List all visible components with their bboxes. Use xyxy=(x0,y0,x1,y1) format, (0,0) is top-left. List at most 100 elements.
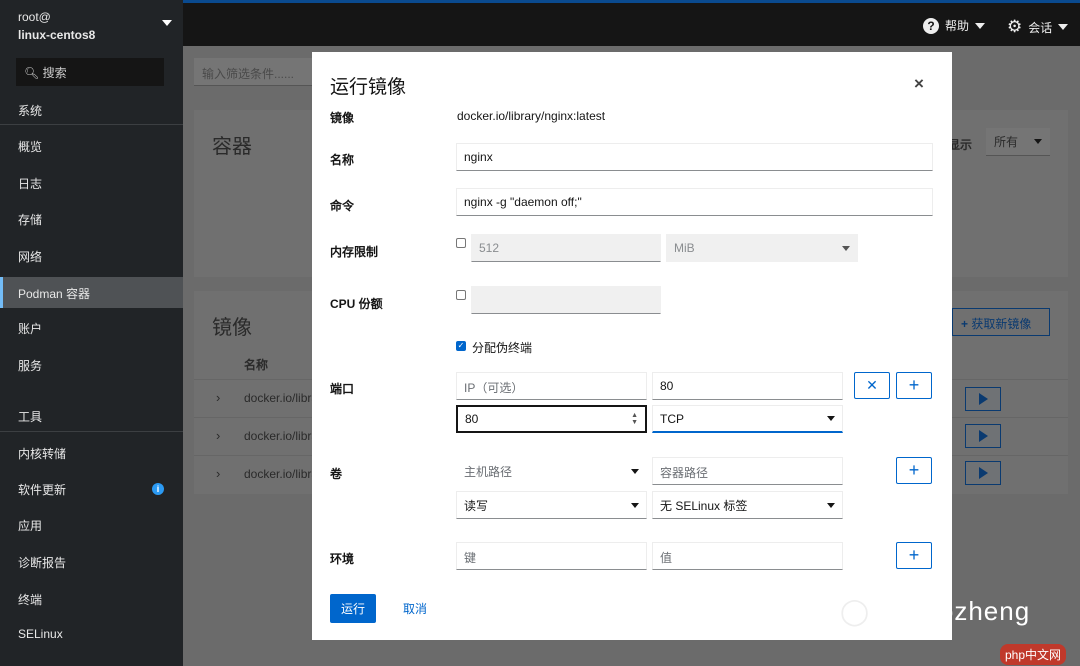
dialog-title: 运行镜像 xyxy=(330,77,407,98)
cpu-checkbox[interactable] xyxy=(456,290,466,300)
plus-icon: + xyxy=(961,317,969,331)
ports-label: 端口 xyxy=(330,382,355,396)
php-logo: php中文网 xyxy=(1000,644,1067,665)
expand-icon[interactable]: › xyxy=(216,428,220,443)
wechat-icon: ◯ xyxy=(840,596,870,626)
selinux-value: 无 SELinux 标签 xyxy=(660,498,748,513)
chevron-down-icon xyxy=(631,502,639,508)
add-volume-button[interactable]: + xyxy=(896,457,932,484)
plus-icon: + xyxy=(908,460,920,480)
user-name: root@ xyxy=(18,10,51,24)
memory-label: 内存限制 xyxy=(330,245,379,259)
info-icon: i xyxy=(152,483,164,495)
command-label: 命令 xyxy=(330,199,355,213)
tty-label: 分配伪终端 xyxy=(472,341,533,355)
host-path-select[interactable]: 主机路径 xyxy=(456,457,647,485)
cpu-input[interactable] xyxy=(471,286,661,314)
run-image-button[interactable] xyxy=(965,461,1001,485)
chevron-down-icon xyxy=(1058,24,1069,30)
play-icon xyxy=(978,430,988,442)
sidebar-item-services[interactable]: 服务 xyxy=(0,349,183,381)
sidebar-item-storage[interactable]: 存储 xyxy=(0,203,183,235)
tty-checkbox[interactable]: ✓ xyxy=(456,341,466,351)
memory-checkbox[interactable] xyxy=(456,238,466,248)
sidebar: root@ linux-centos8 🔍︎ 搜索 系统 概览 日志 存储 网络 … xyxy=(0,0,183,666)
run-image-button[interactable] xyxy=(965,424,1001,448)
sidebar-item-overview[interactable]: 概览 xyxy=(0,130,183,162)
close-icon[interactable]: × xyxy=(914,74,924,94)
container-port-input[interactable]: 80 xyxy=(652,372,843,400)
search-input[interactable]: 🔍︎ 搜索 xyxy=(16,58,164,86)
image-name: docker.io/libra xyxy=(244,467,319,481)
env-label: 环境 xyxy=(330,552,355,566)
env-value-input[interactable]: 值 xyxy=(652,542,843,570)
plus-icon: + xyxy=(908,375,920,395)
memory-unit: MiB xyxy=(674,241,695,255)
search-icon: 🔍︎ xyxy=(24,66,40,80)
image-label: 镜像 xyxy=(330,111,355,125)
spinner-icon[interactable]: ▲ ▼ xyxy=(631,412,638,426)
container-path-input[interactable]: 容器路径 xyxy=(652,457,843,485)
run-image-button[interactable] xyxy=(965,387,1001,411)
image-name: docker.io/libra xyxy=(244,391,319,405)
mode-select[interactable]: 读写 xyxy=(456,491,647,519)
command-input[interactable]: nginx -g "daemon off;" xyxy=(456,188,933,216)
memory-input[interactable]: 512 xyxy=(471,234,661,262)
chevron-down-icon[interactable] xyxy=(162,20,172,26)
sidebar-item-diagnostics[interactable]: 诊断报告 xyxy=(0,546,183,578)
run-image-dialog: 运行镜像 × 镜像 docker.io/library/nginx:latest… xyxy=(312,52,952,640)
chevron-down-icon xyxy=(827,502,835,508)
play-icon xyxy=(978,467,988,479)
sidebar-item-logs[interactable]: 日志 xyxy=(0,167,183,199)
sidebar-item-accounts[interactable]: 账户 xyxy=(0,312,183,344)
expand-icon[interactable]: › xyxy=(216,390,220,405)
sidebar-item-podman[interactable]: Podman 容器 xyxy=(0,277,183,308)
help-menu[interactable]: ? 帮助 xyxy=(923,17,986,34)
sidebar-item-network[interactable]: 网络 xyxy=(0,240,183,272)
session-menu[interactable]: ⚙ 会话 xyxy=(1007,17,1069,37)
watermark-text: macrozheng xyxy=(877,596,1031,626)
show-value: 所有 xyxy=(994,135,1019,149)
divider xyxy=(0,124,183,125)
host-switcher[interactable]: root@ linux-centos8 xyxy=(18,8,95,44)
get-new-image-button[interactable]: + 获取新镜像 xyxy=(952,308,1050,336)
gear-icon: ⚙ xyxy=(1007,17,1023,36)
sidebar-item-terminal[interactable]: 终端 xyxy=(0,583,183,615)
cancel-button[interactable]: 取消 xyxy=(403,600,427,617)
session-label: 会话 xyxy=(1028,20,1053,35)
chevron-down-icon xyxy=(827,416,835,421)
filter-input[interactable]: 输入筛选条件...... xyxy=(194,58,312,86)
add-port-button[interactable]: + xyxy=(896,372,932,399)
watermark: ◯ macrozheng xyxy=(840,596,1030,627)
sidebar-item-apps[interactable]: 应用 xyxy=(0,509,183,541)
ip-input[interactable]: IP（可选） xyxy=(456,372,647,400)
protocol-value: TCP xyxy=(660,411,684,426)
section-system: 系统 xyxy=(18,104,43,118)
section-tools: 工具 xyxy=(18,410,43,424)
host-port-input[interactable]: 80 ▲ ▼ xyxy=(456,405,647,433)
add-env-button[interactable]: + xyxy=(896,542,932,569)
show-select[interactable]: 所有 xyxy=(986,128,1050,156)
chevron-down-icon xyxy=(842,245,850,251)
chevron-down-icon xyxy=(1034,139,1042,144)
host-name: linux-centos8 xyxy=(18,28,96,42)
memory-unit-select[interactable]: MiB xyxy=(666,234,858,262)
sidebar-item-kdump[interactable]: 内核转储 xyxy=(0,437,183,469)
name-input[interactable]: nginx xyxy=(456,143,933,171)
env-key-input[interactable]: 键 xyxy=(456,542,647,570)
selinux-select[interactable]: 无 SELinux 标签 xyxy=(652,491,843,519)
run-button[interactable]: 运行 xyxy=(330,594,377,623)
remove-port-button[interactable]: ✕ xyxy=(854,372,890,399)
host-port-value: 80 xyxy=(465,412,479,426)
host-path-placeholder: 主机路径 xyxy=(464,464,513,479)
name-header: 名称 xyxy=(244,358,269,372)
close-icon: ✕ xyxy=(866,377,878,393)
plus-icon: + xyxy=(908,545,920,565)
name-label: 名称 xyxy=(330,153,355,167)
expand-icon[interactable]: › xyxy=(216,466,220,481)
protocol-select[interactable]: TCP xyxy=(652,405,843,433)
sidebar-item-selinux[interactable]: SELinux xyxy=(0,619,183,651)
image-name: docker.io/libra xyxy=(244,429,319,443)
search-placeholder: 搜索 xyxy=(42,66,67,80)
chevron-down-icon xyxy=(631,468,639,474)
